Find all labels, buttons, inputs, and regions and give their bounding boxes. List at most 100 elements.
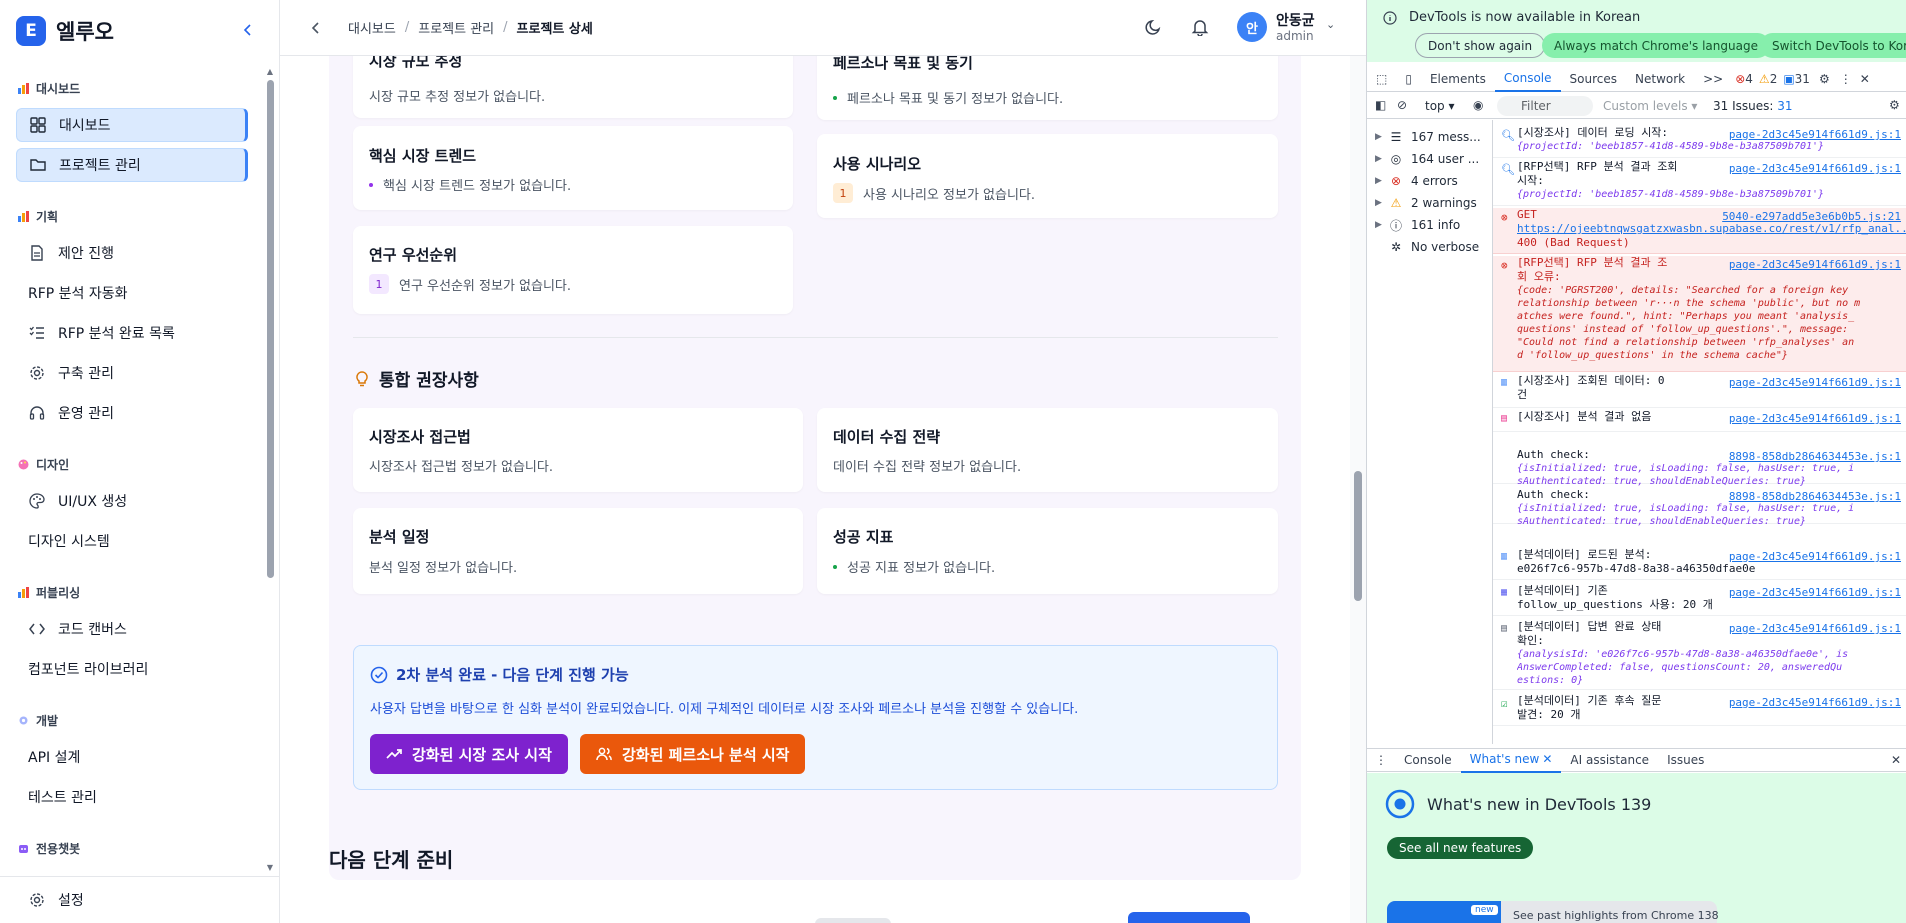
close-devtools-icon[interactable]: ✕	[1856, 66, 1874, 92]
avatar[interactable]: 안	[1237, 12, 1267, 42]
side-user-messages[interactable]: ▶ ◎ 164 user ...	[1375, 152, 1479, 166]
log-object[interactable]: {isInitialized: true, isLoading: false, …	[1517, 502, 1906, 515]
log-source-link[interactable]: page-2d3c45e914f661d9.js:1	[1729, 376, 1901, 389]
log-entry[interactable]: ▤ [분석데이터] 답변 완료 상태 확인: page-2d3c45e914f6…	[1493, 620, 1906, 690]
clear-console-icon[interactable]: ⊘	[1397, 98, 1407, 112]
log-source-link[interactable]: 8898-858db2864634453e.js:1	[1729, 490, 1901, 503]
drawer-menu-icon[interactable]: ⋮	[1367, 747, 1395, 773]
more-tabs-button[interactable]: >>	[1694, 66, 1732, 92]
log-source-link[interactable]: page-2d3c45e914f661d9.js:1	[1729, 162, 1901, 175]
sidebar-item-code-canvas[interactable]: 코드 캔버스	[16, 612, 248, 646]
tab-elements[interactable]: Elements	[1421, 66, 1495, 92]
sidebar-item-rfp-completed[interactable]: RFP 분석 완료 목록	[16, 316, 248, 350]
drawer-tab-whats-new[interactable]: What's new ✕	[1460, 747, 1562, 773]
inspect-element-icon[interactable]: ⬚	[1367, 66, 1396, 92]
partial-primary-button[interactable]	[1128, 912, 1250, 923]
device-toolbar-icon[interactable]: ▯	[1396, 66, 1421, 92]
log-entry[interactable]: ▦ [분석데이터] 기존 follow_up_questions 사용: 20 …	[1493, 584, 1906, 616]
side-warnings[interactable]: ▶ ⚠ 2 warnings	[1375, 196, 1477, 210]
log-entry[interactable]: ▥ [분석데이터] 로드된 분석: e026f7c6-957b-47d8-8a3…	[1493, 548, 1906, 580]
always-match-language-button[interactable]: Always match Chrome's language	[1542, 33, 1770, 58]
sidebar-item-api-design[interactable]: API 설계	[16, 740, 248, 774]
enhanced-persona-analysis-button[interactable]: 강화된 페르소나 분석 시작	[580, 734, 806, 774]
side-errors[interactable]: ▶ ⊗ 4 errors	[1375, 174, 1458, 188]
back-button[interactable]	[306, 18, 326, 38]
log-source-link[interactable]: 5040-e297add5e3e6b0b5.js:21	[1722, 210, 1901, 223]
drawer-tab-console[interactable]: Console	[1395, 747, 1461, 773]
dont-show-again-button[interactable]: Don't show again	[1415, 33, 1546, 58]
log-entry[interactable]: ▤ [시장조사] 분석 결과 없음 page-2d3c45e914f661d9.…	[1493, 410, 1906, 432]
log-object[interactable]: {isInitialized: true, isLoading: false, …	[1517, 462, 1906, 475]
close-drawer-icon[interactable]: ✕	[1885, 747, 1906, 773]
dark-mode-toggle[interactable]	[1143, 16, 1165, 38]
sidebar-item-dashboard[interactable]: 대시보드	[16, 108, 248, 142]
console-settings-gear-icon[interactable]: ⚙	[1889, 98, 1900, 112]
log-entry[interactable]: ☑ [분석데이터] 기존 후속 질문 발견: 20 개 page-2d3c45e…	[1493, 694, 1906, 726]
eye-icon[interactable]: ◉	[1473, 98, 1483, 112]
settings-gear-icon[interactable]: ⚙	[1813, 66, 1836, 92]
sidebar-item-settings[interactable]: 설정	[16, 883, 248, 917]
log-source-link[interactable]: page-2d3c45e914f661d9.js:1	[1729, 622, 1901, 635]
user-name[interactable]: 안동균	[1276, 10, 1315, 30]
close-tab-icon[interactable]: ✕	[1542, 752, 1552, 766]
see-all-features-button[interactable]: See all new features	[1387, 837, 1534, 859]
switch-language-button[interactable]: Switch DevTools to Korea	[1760, 33, 1906, 58]
sidebar-item-projects[interactable]: 프로젝트 관리	[16, 148, 248, 182]
tab-console[interactable]: Console	[1494, 66, 1561, 92]
sidebar-item-component-library[interactable]: 컴포넌트 라이브러리	[16, 652, 248, 686]
log-source-link[interactable]: page-2d3c45e914f661d9.js:1	[1729, 586, 1901, 599]
log-entry[interactable]: ▥ [시장조사] 조회된 데이터: 0 건 page-2d3c45e914f66…	[1493, 374, 1906, 408]
log-entry[interactable]: Auth check: 8898-858db2864634453e.js:1 {…	[1493, 488, 1906, 527]
drawer-tab-ai-assistance[interactable]: AI assistance	[1561, 747, 1658, 773]
sidebar-toggle-icon[interactable]: ◧	[1375, 98, 1386, 112]
sidebar-item-uiux[interactable]: UI/UX 생성	[16, 484, 248, 518]
issue-counter[interactable]: ▣ 31	[1780, 66, 1813, 92]
scroll-up-arrow-icon[interactable]: ▲	[265, 68, 275, 76]
breadcrumb-projects[interactable]: 프로젝트 관리	[418, 18, 494, 37]
log-levels-select[interactable]: Custom levels ▾	[1603, 99, 1697, 113]
sidebar-item-build[interactable]: 구축 관리	[16, 356, 248, 390]
request-url[interactable]: https://ojeebtnqwsgatzxwasbn.supabase.co…	[1517, 222, 1906, 236]
error-counter[interactable]: ⊗ 4	[1732, 66, 1756, 92]
side-messages[interactable]: ▶ ☰ 167 mess...	[1375, 130, 1481, 144]
tab-sources[interactable]: Sources	[1561, 66, 1626, 92]
sidebar-item-test-management[interactable]: 테스트 관리	[16, 780, 248, 814]
sidebar-item-design-system[interactable]: 디자인 시스템	[16, 524, 248, 558]
context-select[interactable]: top ▾	[1425, 99, 1455, 113]
log-source-link[interactable]: 8898-858db2864634453e.js:1	[1729, 450, 1901, 463]
log-source-link[interactable]: page-2d3c45e914f661d9.js:1	[1729, 128, 1901, 141]
tab-network[interactable]: Network	[1626, 66, 1694, 92]
sidebar-item-proposal[interactable]: 제안 진행	[16, 236, 248, 270]
side-info[interactable]: ▶ ⓘ 161 info	[1375, 218, 1460, 233]
user-menu-chevron-down-icon[interactable]: ⌄	[1326, 18, 1335, 31]
sidebar-item-rfp-automation[interactable]: RFP 분석 자동화	[16, 276, 248, 310]
log-object[interactable]: {analysisId: 'e026f7c6-957b-47d8-8a38-a4…	[1517, 648, 1906, 661]
scroll-down-arrow-icon[interactable]: ▼	[265, 864, 275, 872]
breadcrumb-dashboard[interactable]: 대시보드	[348, 18, 396, 37]
log-object[interactable]: {code: 'PGRST200', details: "Searched fo…	[1517, 284, 1906, 297]
log-object[interactable]: {projectId: 'beeb1857-41d8-4589-9b8e-b3a…	[1517, 188, 1906, 201]
log-source-link[interactable]: page-2d3c45e914f661d9.js:1	[1729, 696, 1901, 709]
main-scroll-thumb[interactable]	[1354, 471, 1362, 601]
log-entry-error[interactable]: ⊗ GET 5040-e297add5e3e6b0b5.js:21 https:…	[1493, 208, 1906, 254]
log-entry[interactable]: 🔍︎ [RFP선택] RFP 분석 결과 조회 시작: page-2d3c45e…	[1493, 160, 1906, 206]
side-verbose[interactable]: ✲ No verbose	[1375, 240, 1479, 254]
log-object[interactable]: {projectId: 'beeb1857-41d8-4589-9b8e-b3a…	[1517, 140, 1906, 153]
log-entry-error[interactable]: ⊗ [RFP선택] RFP 분석 결과 조 회 오류: page-2d3c45e…	[1493, 256, 1906, 372]
log-entry[interactable]: 🔍︎ [시장조사] 데이터 로딩 시작: page-2d3c45e914f661…	[1493, 126, 1906, 158]
log-entry[interactable]: Auth check: 8898-858db2864634453e.js:1 {…	[1493, 448, 1906, 487]
drawer-tab-issues[interactable]: Issues	[1658, 747, 1713, 773]
highlight-card[interactable]: new See past highlights from Chrome 138	[1387, 901, 1719, 923]
sidebar-item-operation[interactable]: 운영 관리	[16, 396, 248, 430]
app-logo[interactable]: E 엘루오	[16, 16, 114, 46]
kebab-menu-icon[interactable]: ⋮	[1836, 66, 1856, 92]
log-source-link[interactable]: page-2d3c45e914f661d9.js:1	[1729, 412, 1901, 425]
filter-input[interactable]: Filter	[1497, 96, 1593, 116]
log-source-link[interactable]: page-2d3c45e914f661d9.js:1	[1729, 258, 1901, 271]
enhanced-market-research-button[interactable]: 강화된 시장 조사 시작	[370, 734, 568, 774]
sidebar-scroll-thumb[interactable]	[267, 80, 274, 578]
warning-counter[interactable]: ⚠ 2	[1756, 66, 1780, 92]
issues-indicator[interactable]: 31 Issues: 31	[1713, 99, 1793, 113]
collapse-sidebar-button[interactable]	[238, 20, 258, 40]
notifications-button[interactable]	[1189, 16, 1211, 38]
